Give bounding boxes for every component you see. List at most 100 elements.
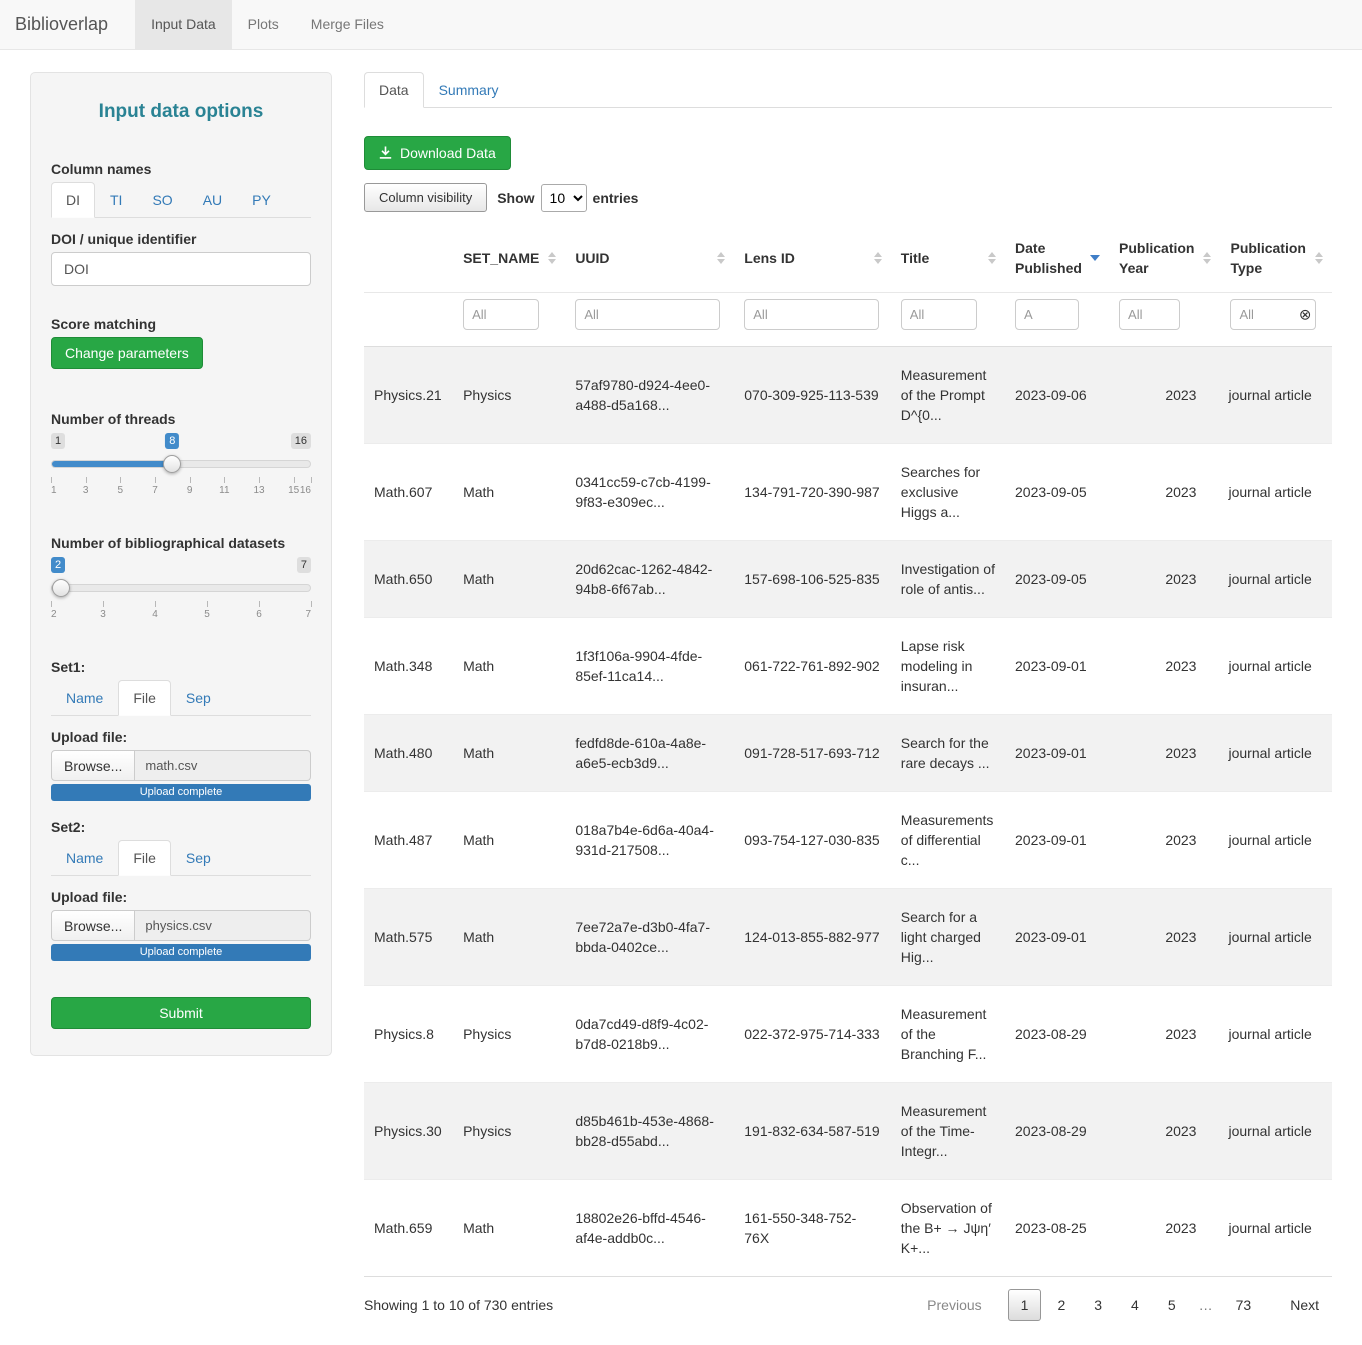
pagination-page-1[interactable]: 1	[1008, 1289, 1042, 1321]
set2-upload-progress: Upload complete	[51, 944, 311, 961]
cell-date: 2023-09-05	[1005, 541, 1109, 618]
set2-tab-file[interactable]: File	[118, 840, 171, 876]
pagination-ellipsis: …	[1192, 1289, 1220, 1321]
column-header-publication-year[interactable]: Publication Year	[1109, 224, 1220, 293]
slider-track[interactable]	[51, 584, 311, 592]
set1-tab-sep[interactable]: Sep	[171, 680, 226, 716]
sort-icon	[1315, 252, 1323, 264]
column-header-title[interactable]: Title	[891, 224, 1005, 293]
tab-so[interactable]: SO	[137, 182, 187, 218]
table-row: Math.659 Math 18802e26-bffd-4546-af4e-ad…	[364, 1180, 1332, 1277]
submit-button[interactable]: Submit	[51, 997, 311, 1029]
show-label: Show	[497, 190, 534, 206]
column-header-date-published[interactable]: Date Published	[1005, 224, 1109, 293]
pagination-page-2[interactable]: 2	[1044, 1289, 1078, 1321]
tab-ti[interactable]: TI	[95, 182, 137, 218]
cell-date: 2023-08-25	[1005, 1180, 1109, 1277]
pagination-page-3[interactable]: 3	[1081, 1289, 1115, 1321]
slider-track[interactable]	[51, 460, 311, 468]
slider-bar	[52, 461, 172, 467]
cell-lens-id: 157-698-106-525-835	[734, 541, 891, 618]
entries-select[interactable]: 10	[541, 184, 587, 212]
sort-icon	[717, 252, 725, 264]
slider-max-label: 16	[291, 433, 311, 449]
slider-min-label: 1	[51, 433, 65, 449]
cell-lens-id: 093-754-127-030-835	[734, 792, 891, 889]
cell-type: journal article	[1220, 444, 1332, 541]
app-brand[interactable]: Biblioverlap	[0, 0, 123, 49]
cell-uuid: 7ee72a7e-d3b0-4fa7-bbda-0402ce...	[565, 889, 734, 986]
slider-handle[interactable]	[163, 455, 181, 473]
column-header-publication-type[interactable]: Publication Type	[1220, 224, 1332, 293]
cell-type: journal article	[1220, 618, 1332, 715]
tab-au[interactable]: AU	[188, 182, 237, 218]
cell-date: 2023-09-01	[1005, 792, 1109, 889]
pagination-page-5[interactable]: 5	[1155, 1289, 1189, 1321]
slider-handle[interactable]	[52, 579, 70, 597]
nav-tab-input-data[interactable]: Input Data	[135, 0, 232, 49]
column-names-label: Column names	[51, 161, 311, 177]
filter-uuid[interactable]	[575, 299, 720, 330]
set1-browse-button[interactable]: Browse...	[51, 750, 135, 781]
pagination-next[interactable]: Next	[1277, 1289, 1332, 1321]
column-header-lens-id[interactable]: Lens ID	[734, 224, 891, 293]
table-row: Physics.8 Physics 0da7cd49-d8f9-4c02-b7d…	[364, 986, 1332, 1083]
column-header-uuid[interactable]: UUID	[565, 224, 734, 293]
cell-set-name: Physics	[453, 347, 565, 444]
set1-tab-file[interactable]: File	[118, 680, 171, 716]
clear-filter-icon[interactable]: ⊗	[1299, 307, 1312, 322]
filter-publication-year[interactable]	[1119, 299, 1180, 330]
cell-rowname: Math.607	[364, 444, 453, 541]
pagination: Previous 1 2 3 4 5 … 73 Next	[914, 1289, 1332, 1321]
set2-browse-button[interactable]: Browse...	[51, 910, 135, 941]
cell-date: 2023-09-05	[1005, 444, 1109, 541]
column-header-set-name[interactable]: SET_NAME	[453, 224, 565, 293]
set1-tab-name[interactable]: Name	[51, 680, 118, 716]
filter-date-published[interactable]	[1015, 299, 1079, 330]
set2-tab-sep[interactable]: Sep	[171, 840, 226, 876]
filter-title[interactable]	[901, 299, 977, 330]
cell-set-name: Physics	[453, 986, 565, 1083]
cell-year: 2023	[1109, 715, 1220, 792]
change-parameters-button[interactable]: Change parameters	[51, 337, 203, 369]
cell-lens-id: 191-832-634-587-519	[734, 1083, 891, 1180]
tab-di[interactable]: DI	[51, 182, 95, 218]
cell-title: Measurement of the Prompt D^{0...	[891, 347, 1005, 444]
column-header-rownames[interactable]	[364, 224, 453, 293]
cell-year: 2023	[1109, 541, 1220, 618]
cell-type: journal article	[1220, 1180, 1332, 1277]
filter-set-name[interactable]	[463, 299, 539, 330]
table-row: Math.487 Math 018a7b4e-6d6a-40a4-931d-21…	[364, 792, 1332, 889]
cell-rowname: Math.480	[364, 715, 453, 792]
slider-tick-label: 11	[219, 485, 229, 496]
doi-input[interactable]	[51, 252, 311, 286]
sidebar-panel: Input data options Column names DI TI SO…	[30, 72, 332, 1056]
slider-max-label: 7	[297, 557, 311, 573]
set1-upload-progress: Upload complete	[51, 784, 311, 801]
filter-lens-id[interactable]	[744, 299, 879, 330]
tab-py[interactable]: PY	[237, 182, 286, 218]
pagination-page-4[interactable]: 4	[1118, 1289, 1152, 1321]
tab-summary[interactable]: Summary	[424, 72, 514, 108]
score-matching-label: Score matching	[51, 316, 311, 332]
column-visibility-button[interactable]: Column visibility	[364, 183, 487, 212]
nav-tab-plots[interactable]: Plots	[232, 0, 295, 49]
pagination-page-73[interactable]: 73	[1223, 1289, 1265, 1321]
cell-date: 2023-09-01	[1005, 618, 1109, 715]
main-panel: Data Summary Download Data Column visibi…	[364, 72, 1332, 1325]
table-row: Math.480 Math fedfd8de-610a-4a8e-a6e5-ec…	[364, 715, 1332, 792]
table-row: Math.650 Math 20d62cac-1262-4842-94b8-6f…	[364, 541, 1332, 618]
table-row: Physics.30 Physics d85b461b-453e-4868-bb…	[364, 1083, 1332, 1180]
slider-tick-label: 7	[305, 609, 311, 620]
pagination-previous[interactable]: Previous	[914, 1289, 994, 1321]
set2-tab-name[interactable]: Name	[51, 840, 118, 876]
tab-data[interactable]: Data	[364, 72, 424, 108]
threads-slider[interactable]: 1 8 16 1 3 5 7 9 11 13 15 16	[51, 433, 311, 505]
main-tabset: Data Summary	[364, 72, 1332, 108]
datasets-slider[interactable]: 2 7 2 3 4 5 6 7	[51, 557, 311, 629]
nav-tab-merge-files[interactable]: Merge Files	[295, 0, 400, 49]
download-data-button[interactable]: Download Data	[364, 136, 511, 170]
slider-value-label: 2	[51, 557, 65, 573]
cell-title: Search for the rare decays ...	[891, 715, 1005, 792]
cell-uuid: d85b461b-453e-4868-bb28-d55abd...	[565, 1083, 734, 1180]
